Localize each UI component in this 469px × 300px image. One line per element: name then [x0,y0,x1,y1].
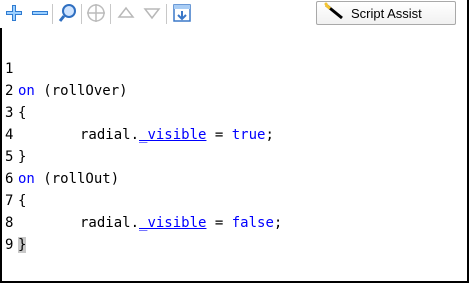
code-line: 4 } [2,102,465,165]
code-line: 1 on (rollOver) [2,36,465,99]
move-down-icon[interactable] [142,3,162,23]
delete-item-icon[interactable] [30,3,50,23]
find-icon[interactable] [58,3,78,23]
insert-panel-icon[interactable] [172,3,192,23]
code-line: 8 } [2,190,465,253]
code-editor[interactable]: 1 on (rollOver) 2 { 3 radial._visible = … [2,36,465,281]
move-up-icon[interactable] [116,3,136,23]
insert-target-path-icon[interactable] [86,3,106,23]
toolbar-separator [52,4,53,24]
code-line: 3 radial._visible = true; [2,80,465,143]
magic-wand-icon [323,2,345,24]
code-line: 2 { [2,58,465,121]
actions-toolbar: Script Assist [0,0,465,28]
script-assist-label: Script Assist [351,5,422,21]
add-item-icon[interactable] [4,3,24,23]
toolbar-separator [166,4,167,24]
script-assist-button[interactable]: Script Assist [316,1,456,25]
code-line: 9 [2,212,465,253]
code-line: 5 on (rollOut) [2,124,465,187]
code-line: 6 { [2,146,465,209]
toolbar-separator [81,4,82,24]
toolbar-separator [110,4,111,24]
line-number: 9 [5,237,14,253]
code-line: 7 radial._visible = false; [2,168,465,231]
